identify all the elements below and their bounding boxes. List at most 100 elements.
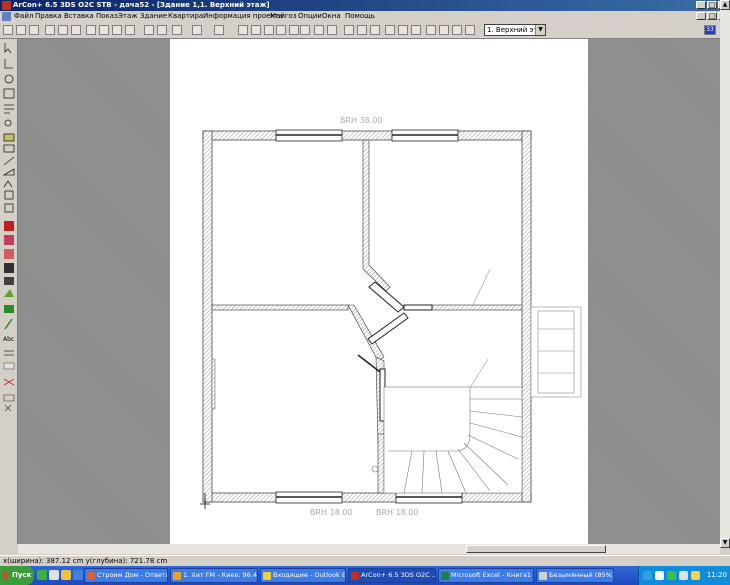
dormer-icon[interactable] (3, 180, 13, 188)
import-icon[interactable] (45, 25, 55, 35)
undo-icon[interactable] (192, 25, 202, 35)
measure-icon[interactable] (289, 25, 299, 35)
stairs-icon[interactable] (398, 25, 408, 35)
volume-icon[interactable] (679, 571, 688, 580)
zoom-all-icon[interactable] (264, 25, 274, 35)
task-stroim-dom[interactable]: Строим Дом - Ответи... (84, 568, 168, 583)
print-icon[interactable] (71, 25, 81, 35)
tray-icon-1[interactable] (643, 571, 652, 580)
roof-tool-icon[interactable] (2, 168, 15, 176)
drawing-workspace[interactable]: BRH 38.00 BRH 18.00 BRH 18.00 (18, 39, 720, 544)
chevron-down-icon[interactable]: ▼ (535, 25, 545, 35)
left-window[interactable] (211, 358, 216, 410)
new-file-icon[interactable] (3, 25, 13, 35)
menu-apartment[interactable]: Квартира (168, 11, 203, 22)
task-outlook[interactable]: Входящие - Outlook E... (260, 568, 346, 583)
tray-icon-5[interactable] (691, 571, 700, 580)
menu-windows[interactable]: Окна (322, 11, 341, 22)
dimension-tool-icon[interactable] (4, 350, 14, 356)
black-fill-icon[interactable] (4, 263, 14, 273)
balcony[interactable] (530, 306, 582, 398)
quicklaunch-icon-1[interactable] (37, 570, 47, 580)
round-wall-icon[interactable] (4, 74, 14, 84)
vertical-scrollbar[interactable]: ▲ ▼ (720, 0, 730, 548)
maximize-button[interactable]: □ (707, 1, 717, 9)
dark-object-icon[interactable] (4, 277, 14, 285)
design-mode-icon[interactable] (144, 25, 154, 35)
roof-icon[interactable] (385, 25, 395, 35)
chimney-icon[interactable] (4, 190, 14, 200)
quicklaunch-icon-3[interactable] (61, 570, 71, 580)
horizontal-scrollbar[interactable] (18, 544, 720, 554)
door-icon[interactable] (411, 25, 421, 35)
door-tool-icon[interactable] (3, 133, 15, 142)
object-icon[interactable] (439, 25, 449, 35)
layer-icon[interactable] (344, 25, 354, 35)
redo-icon[interactable] (214, 25, 224, 35)
column-icon[interactable] (327, 25, 337, 35)
wall-props-icon[interactable] (4, 104, 14, 114)
info-icon[interactable] (452, 25, 462, 35)
internet-icon[interactable] (86, 25, 96, 35)
grid-icon[interactable] (3, 394, 15, 402)
o2c-icon[interactable] (99, 25, 109, 35)
walk-icon[interactable] (465, 25, 475, 35)
menu-maigoz[interactable]: Майгоз (270, 11, 297, 22)
picture-icon[interactable] (125, 25, 135, 35)
construction-mode-icon[interactable] (157, 25, 167, 35)
room-icon[interactable] (3, 88, 15, 99)
mdi-restore-button[interactable]: □ (707, 12, 717, 20)
document-icon[interactable] (2, 12, 11, 21)
task-excel[interactable]: Microsoft Excel - Книга1 (438, 568, 534, 583)
camera-icon[interactable] (172, 25, 182, 35)
menu-help[interactable]: Помощь (345, 11, 375, 22)
terrain-icon[interactable] (4, 289, 14, 297)
tray-icon-2[interactable] (655, 571, 664, 580)
wall-tool-icon[interactable] (4, 59, 13, 69)
menu-insert[interactable]: Вставка (64, 11, 94, 22)
zoom-out-icon[interactable] (251, 25, 261, 35)
start-button[interactable]: Пуск (0, 566, 34, 585)
floor-select[interactable]: 1. Верхний этаж ▼ (484, 24, 546, 36)
material-icon[interactable] (4, 249, 14, 259)
browse-icon[interactable] (29, 25, 39, 35)
delete-tool-icon[interactable] (3, 378, 15, 386)
scroll-down-button[interactable]: ▼ (720, 538, 730, 548)
pencil-icon[interactable] (3, 156, 15, 166)
text-tool-icon[interactable]: Abc (3, 336, 14, 343)
minimize-button[interactable]: _ (696, 1, 706, 9)
floor-plan[interactable]: BRH 38.00 BRH 18.00 BRH 18.00 (18, 39, 720, 544)
quicklaunch-icon-2[interactable] (49, 570, 59, 580)
window-icon[interactable] (426, 25, 436, 35)
dimension-icon[interactable] (314, 25, 324, 35)
menu-edit[interactable]: Правка (35, 11, 62, 22)
open-file-icon[interactable] (16, 25, 26, 35)
task-paint[interactable]: Безымянный (85%) - ... (536, 568, 614, 583)
view-icon[interactable] (357, 25, 367, 35)
pan-icon[interactable] (276, 25, 286, 35)
save-icon[interactable] (58, 25, 68, 35)
menu-view[interactable]: Показ (96, 11, 118, 22)
cross-icon[interactable] (4, 404, 12, 412)
task-hit-fm[interactable]: 1. Хит FM - Киев: 96.4 f... (170, 568, 258, 583)
pointer-icon[interactable] (4, 43, 12, 54)
counter-badge[interactable]: 33 (704, 25, 716, 35)
export-icon[interactable] (112, 25, 122, 35)
window-tool-icon[interactable] (3, 144, 15, 153)
search-icon[interactable] (4, 119, 12, 127)
column-tool-icon[interactable] (4, 203, 14, 213)
task-arcon[interactable]: ArCon+ 6.5 3DS O2C ... (348, 568, 436, 583)
tray-icon-3[interactable] (667, 571, 676, 580)
texture-icon[interactable] (4, 235, 14, 245)
line-tool-icon[interactable] (4, 318, 13, 330)
plant-icon[interactable] (4, 305, 14, 313)
scroll-up-button[interactable]: ▲ (720, 0, 730, 10)
menu-file[interactable]: Файл (14, 11, 33, 22)
menu-floor[interactable]: Этаж (118, 11, 138, 22)
stairs[interactable] (371, 386, 523, 494)
section-icon[interactable] (370, 25, 380, 35)
fill-red-icon[interactable] (4, 221, 14, 231)
quicklaunch-icon-4[interactable] (73, 570, 83, 580)
menu-building[interactable]: Здание (140, 11, 167, 22)
ruler-icon[interactable] (300, 25, 310, 35)
